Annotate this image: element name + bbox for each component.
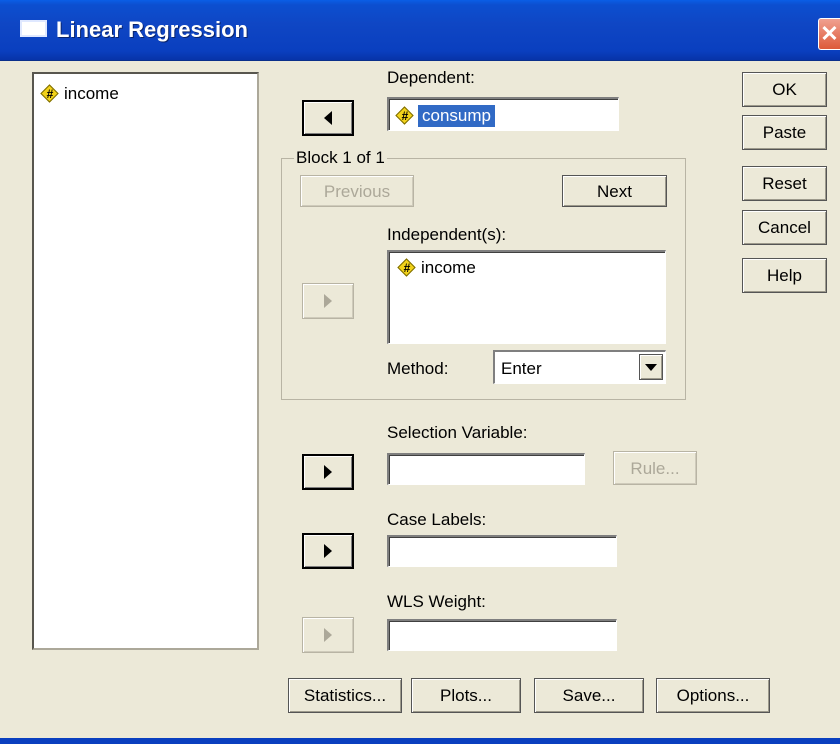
- reset-button[interactable]: Reset: [742, 166, 827, 201]
- arrow-right-icon: [324, 294, 332, 308]
- dependent-value: consump: [418, 105, 495, 127]
- move-dependent-button[interactable]: [302, 100, 354, 136]
- window-title: Linear Regression: [56, 17, 248, 42]
- options-button[interactable]: Options...: [656, 678, 770, 713]
- variable-label: income: [64, 84, 119, 103]
- rule-button[interactable]: Rule...: [613, 451, 697, 485]
- move-independent-button[interactable]: [302, 283, 354, 319]
- list-item[interactable]: # income: [40, 84, 119, 104]
- selection-variable-field[interactable]: [387, 453, 585, 485]
- block-legend: Block 1 of 1: [294, 148, 387, 168]
- selection-variable-label: Selection Variable:: [387, 423, 528, 442]
- save-button[interactable]: Save...: [534, 678, 644, 713]
- case-labels-label: Case Labels:: [387, 510, 487, 529]
- window-bottom-border: [0, 738, 840, 744]
- move-wls-button[interactable]: [302, 617, 354, 653]
- close-button[interactable]: ✕: [818, 18, 840, 50]
- move-case-labels-button[interactable]: [302, 533, 354, 569]
- move-selection-button[interactable]: [302, 454, 354, 490]
- case-labels-field[interactable]: [387, 535, 617, 567]
- method-select[interactable]: Enter: [493, 350, 666, 384]
- independent-label: Independent(s):: [387, 225, 507, 244]
- method-value: Enter: [501, 359, 542, 378]
- numeric-variable-icon: #: [397, 258, 417, 278]
- window-icon: [20, 20, 47, 37]
- help-button[interactable]: Help: [742, 258, 827, 293]
- arrow-right-icon: [324, 628, 332, 642]
- source-variable-list[interactable]: # income: [32, 72, 259, 650]
- method-label: Method:: [387, 359, 449, 378]
- arrow-right-icon: [324, 544, 332, 558]
- previous-button[interactable]: Previous: [300, 175, 414, 207]
- arrow-right-icon: [324, 465, 332, 479]
- paste-button[interactable]: Paste: [742, 115, 827, 150]
- statistics-button[interactable]: Statistics...: [288, 678, 402, 713]
- chevron-down-icon: [645, 364, 657, 371]
- arrow-left-icon: [324, 111, 332, 125]
- wls-weight-label: WLS Weight:: [387, 592, 486, 611]
- dependent-field[interactable]: # consump: [387, 97, 619, 131]
- dependent-label: Dependent:: [387, 68, 475, 87]
- title-bar: Linear Regression ✕: [0, 0, 840, 61]
- numeric-variable-icon: #: [395, 106, 415, 126]
- cancel-button[interactable]: Cancel: [742, 210, 827, 245]
- plots-button[interactable]: Plots...: [411, 678, 521, 713]
- list-item[interactable]: # income: [397, 258, 476, 278]
- independent-list[interactable]: # income: [387, 250, 666, 344]
- ok-button[interactable]: OK: [742, 72, 827, 107]
- next-button[interactable]: Next: [562, 175, 667, 207]
- dropdown-button[interactable]: [639, 354, 663, 380]
- wls-weight-field[interactable]: [387, 619, 617, 651]
- variable-label: income: [421, 258, 476, 277]
- numeric-variable-icon: #: [40, 84, 60, 104]
